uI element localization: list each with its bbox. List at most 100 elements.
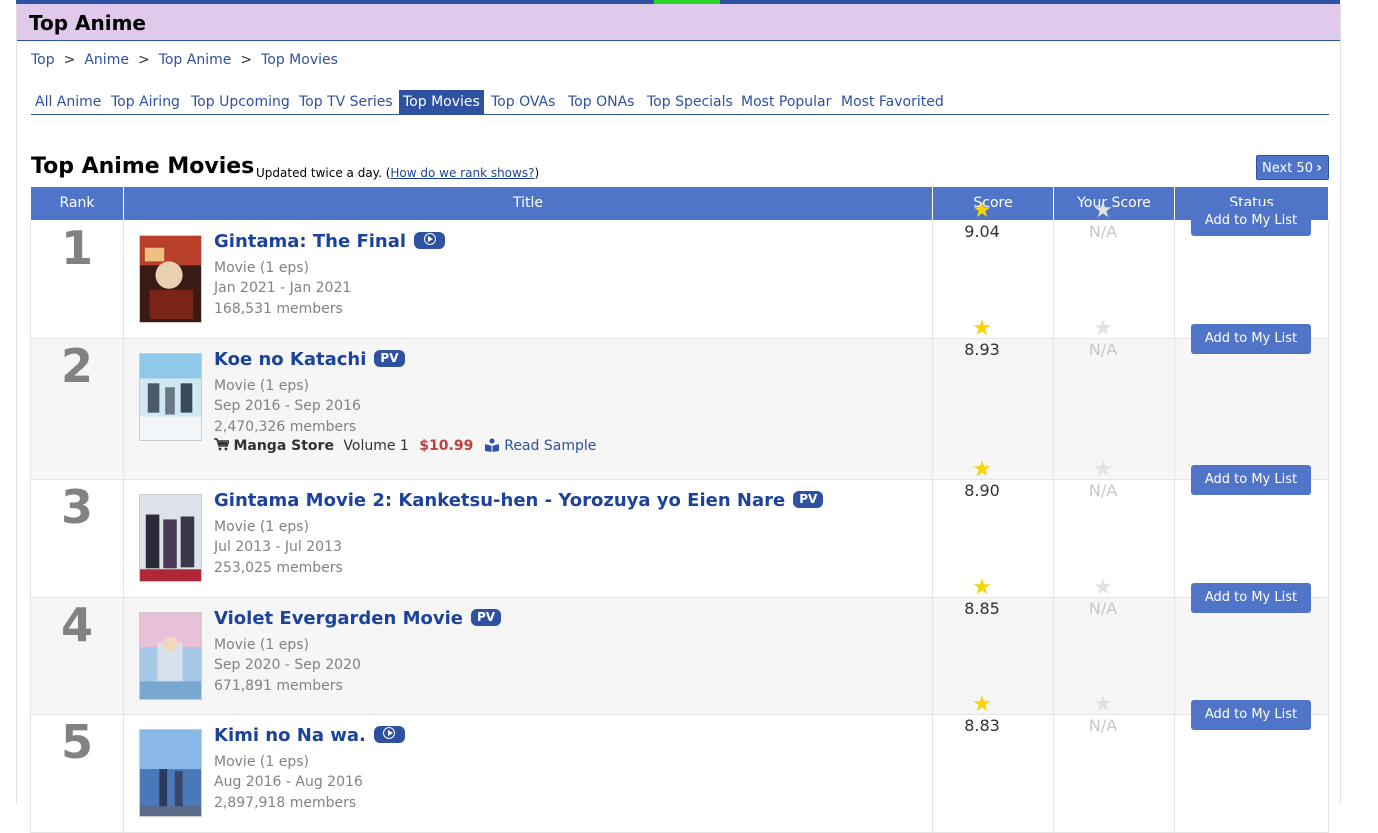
anime-members: 2,470,326 members [214,418,357,435]
breadcrumb-top[interactable]: Top [31,52,55,68]
score-cell: ★ 8.83 [932,693,1054,833]
table-row: 1 Gintama: The Final Movie (1 eps) Jan 2… [30,199,1329,339]
anime-type: Movie (1 eps) [214,377,309,394]
breadcrumb-separator: > [63,52,76,68]
title-cell: Gintama Movie 2: Kanketsu-hen - Yorozuya… [123,478,933,598]
score-value: 8.85 [964,598,1000,618]
tab-top-specials[interactable]: Top Specials [643,90,737,114]
anime-dates: Jul 2013 - Jul 2013 [214,539,342,555]
tab-all-anime[interactable]: All Anime [31,90,105,114]
tab-top-airing[interactable]: Top Airing [107,90,184,114]
your-score-value: N/A [1088,339,1118,359]
pv-badge-button[interactable]: PV [374,349,405,367]
update-text: Updated twice a day. ( [256,166,391,180]
rank-help-link[interactable]: How do we rank shows? [390,166,534,180]
rank-cell: 4 [30,596,124,715]
add-to-list-button[interactable]: Add to My List [1191,582,1311,613]
anime-title-link[interactable]: Koe no Katachi [214,349,366,370]
anime-thumbnail[interactable] [139,493,202,582]
anime-title-link[interactable]: Gintama: The Final [214,231,406,252]
breadcrumb: Top > Anime > Top Anime > Top Movies [31,52,338,68]
table-header-row: Rank Title Score Your Score Status [30,187,1329,221]
rank-number: 4 [60,597,93,652]
anime-type: Movie (1 eps) [214,753,309,770]
anime-info: Koe no Katachi PV Movie (1 eps) Sep 2016 … [214,349,596,454]
next-50-label: Next 50 [1262,161,1313,176]
score-value: 8.83 [964,715,1000,735]
anime-info: Kimi no Na wa. Movie (1 eps) Aug 2016 - … [214,725,405,814]
update-note: Updated twice a day. (How do we rank sho… [256,166,539,180]
your-score-cell: ★ N/A [1053,693,1175,833]
your-score-value: N/A [1088,221,1118,241]
anime-title-link[interactable]: Gintama Movie 2: Kanketsu-hen - Yorozuya… [214,490,785,511]
tab-most-popular[interactable]: Most Popular [737,90,835,114]
header-title: Title [123,187,933,221]
book-icon [484,438,499,452]
anime-members: 671,891 members [214,677,343,694]
score-value: 8.90 [964,480,1000,500]
star-icon: ★ [972,456,992,482]
your-score-value: N/A [1088,598,1118,618]
empty-star-icon: ★ [1093,456,1113,482]
play-icon [423,232,436,245]
status-cell: Add to My List [1174,323,1329,480]
star-icon: ★ [972,315,992,341]
ranking-tabs: All Anime Top Airing Top Upcoming Top TV… [31,90,1329,115]
tab-top-movies[interactable]: Top Movies [399,90,484,114]
next-50-button[interactable]: Next 50 › [1256,155,1329,180]
table-row: 4 Violet Evergarden Movie PV Movie (1 eps… [30,576,1329,715]
title-cell: Violet Evergarden Movie PV Movie (1 eps) … [123,596,933,715]
breadcrumb-top-anime[interactable]: Top Anime [159,52,232,68]
anime-title-link[interactable]: Kimi no Na wa. [214,725,366,746]
manga-store-line: Manga Store Volume 1 $10.99 Read Sample [214,438,596,454]
anime-dates: Jan 2021 - Jan 2021 [214,280,352,296]
manga-store-link[interactable]: Manga Store [233,438,333,454]
anime-dates: Sep 2020 - Sep 2020 [214,657,361,673]
add-to-list-button[interactable]: Add to My List [1191,464,1311,495]
breadcrumb-separator: > [240,52,253,68]
add-to-list-button[interactable]: Add to My List [1191,323,1311,354]
anime-info: Gintama Movie 2: Kanketsu-hen - Yorozuya… [214,490,824,579]
add-to-list-button[interactable]: Add to My List [1191,205,1311,236]
rank-cell: 3 [30,478,124,598]
breadcrumb-anime[interactable]: Anime [84,52,129,68]
status-cell: Add to My List [1174,205,1329,339]
rank-number: 1 [60,220,93,275]
anime-info: Gintama: The Final Movie (1 eps) Jan 202… [214,231,446,320]
your-score-value: N/A [1088,715,1118,735]
tab-top-onas[interactable]: Top ONAs [564,90,638,114]
tab-top-ovas[interactable]: Top OVAs [487,90,559,114]
empty-star-icon: ★ [1093,197,1113,223]
pv-badge-button[interactable]: PV [793,490,824,508]
pv-badge-button[interactable]: PV [471,608,502,626]
anime-thumbnail[interactable] [139,352,202,441]
tab-top-upcoming[interactable]: Top Upcoming [187,90,294,114]
chevron-right-icon: › [1316,160,1322,176]
update-close: ) [534,166,540,180]
rank-cell: 1 [30,219,124,339]
page-header: Top Anime [17,4,1340,41]
ranking-table: Rank Title Score Your Score Status 1 Gin… [30,187,1329,833]
play-trailer-button[interactable] [414,231,446,249]
status-cell: Add to My List [1174,699,1329,833]
anime-thumbnail[interactable] [139,611,202,700]
play-trailer-button[interactable] [373,725,405,743]
title-cell: Kimi no Na wa. Movie (1 eps) Aug 2016 - … [123,713,933,833]
table-row: 2 Koe no Katachi PV Movie (1 eps) Sep 201… [30,317,1329,480]
main-content: Top Anime Top > Anime > Top Anime > Top Movies… [16,4,1341,833]
anime-meta: Movie (1 eps) Jul 2013 - Jul 2013 253,02… [214,517,823,579]
rank-number: 5 [60,714,93,769]
anime-thumbnail[interactable] [139,728,202,817]
read-sample-link[interactable]: Read Sample [504,438,596,454]
breadcrumb-separator: > [137,52,150,68]
anime-thumbnail[interactable] [139,234,202,323]
anime-title-link[interactable]: Violet Evergarden Movie [214,608,463,629]
add-to-list-button[interactable]: Add to My List [1191,699,1311,730]
tab-most-favorited[interactable]: Most Favorited [837,90,948,114]
anime-meta: Movie (1 eps) Sep 2016 - Sep 2016 2,470,… [214,376,596,438]
anime-meta: Movie (1 eps) Aug 2016 - Aug 2016 2,897,… [214,752,405,814]
breadcrumb-top-movies[interactable]: Top Movies [261,52,338,68]
tab-top-tv-series[interactable]: Top TV Series [295,90,397,114]
volume-label: Volume 1 [343,438,409,454]
rank-number: 2 [60,338,93,393]
